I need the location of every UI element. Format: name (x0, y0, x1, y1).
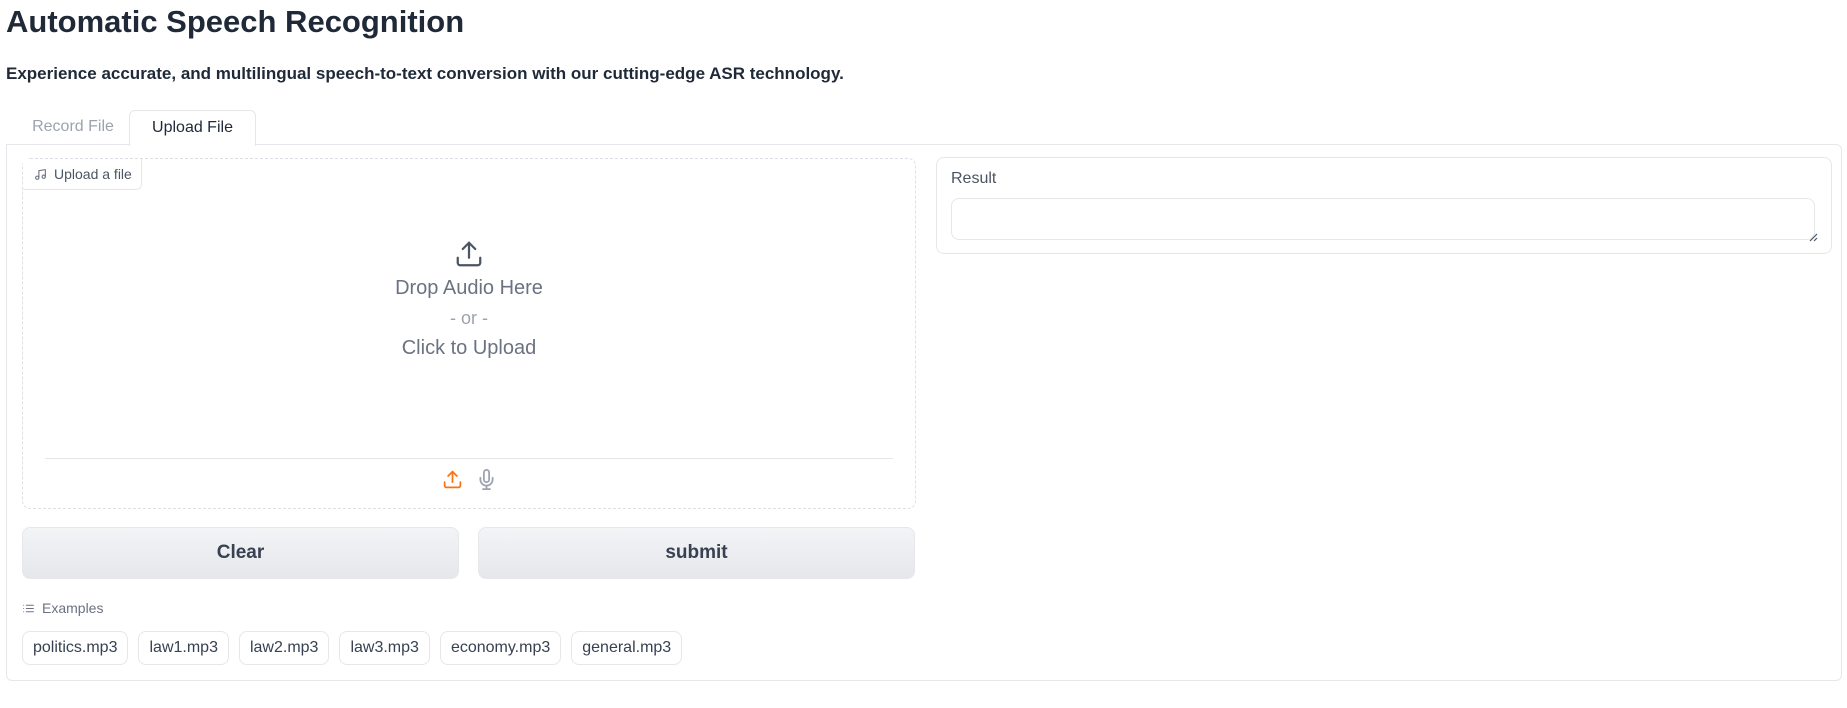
result-label: Result (951, 170, 997, 187)
music-note-icon (35, 168, 46, 180)
page-subtitle: Experience accurate, and multilingual sp… (6, 64, 844, 83)
example-item[interactable]: law2.mp3 (238, 631, 330, 665)
microphone-source-button[interactable] (475, 467, 497, 491)
microphone-icon (479, 468, 493, 490)
source-divider (45, 458, 893, 459)
tab-upload-file[interactable]: Upload File (129, 110, 256, 146)
example-item[interactable]: law1.mp3 (138, 631, 229, 665)
examples-list: politics.mp3 law1.mp3 law2.mp3 law3.mp3 … (22, 631, 683, 665)
submit-button[interactable]: submit (478, 527, 915, 579)
upload-source-button[interactable] (441, 467, 463, 491)
list-icon (23, 604, 34, 612)
page-title: Automatic Speech Recognition (6, 4, 465, 39)
drop-audio-text: Drop Audio Here (395, 277, 543, 299)
result-textarea[interactable] (951, 198, 1815, 240)
clear-button[interactable]: Clear (22, 527, 459, 579)
tab-bar: Record File Upload File (6, 110, 1841, 146)
upload-label: Upload a file (23, 159, 142, 190)
tab-panel: Upload a file Drop Audio Here - or - Cli… (6, 144, 1842, 681)
examples-header: Examples (22, 600, 103, 616)
example-item[interactable]: politics.mp3 (22, 631, 129, 665)
upload-icon (443, 470, 461, 488)
click-to-upload-text: Click to Upload (401, 337, 537, 359)
source-selector (23, 467, 915, 491)
example-item[interactable]: economy.mp3 (439, 631, 562, 665)
upload-label-text: Upload a file (54, 166, 132, 182)
upload-icon (456, 241, 482, 267)
app-page: Automatic Speech Recognition Experience … (0, 0, 1847, 708)
example-item[interactable]: law3.mp3 (339, 631, 430, 665)
examples-header-label: Examples (42, 600, 104, 616)
resize-handle-icon[interactable] (1808, 232, 1818, 242)
drop-zone[interactable]: Drop Audio Here - or - Click to Upload (23, 239, 915, 363)
result-component: Result (936, 157, 1832, 254)
audio-upload-component: Upload a file Drop Audio Here - or - Cli… (22, 158, 916, 509)
example-item[interactable]: general.mp3 (571, 631, 683, 665)
tab-record-file[interactable]: Record File (13, 110, 133, 144)
or-separator: - or - (450, 308, 488, 328)
